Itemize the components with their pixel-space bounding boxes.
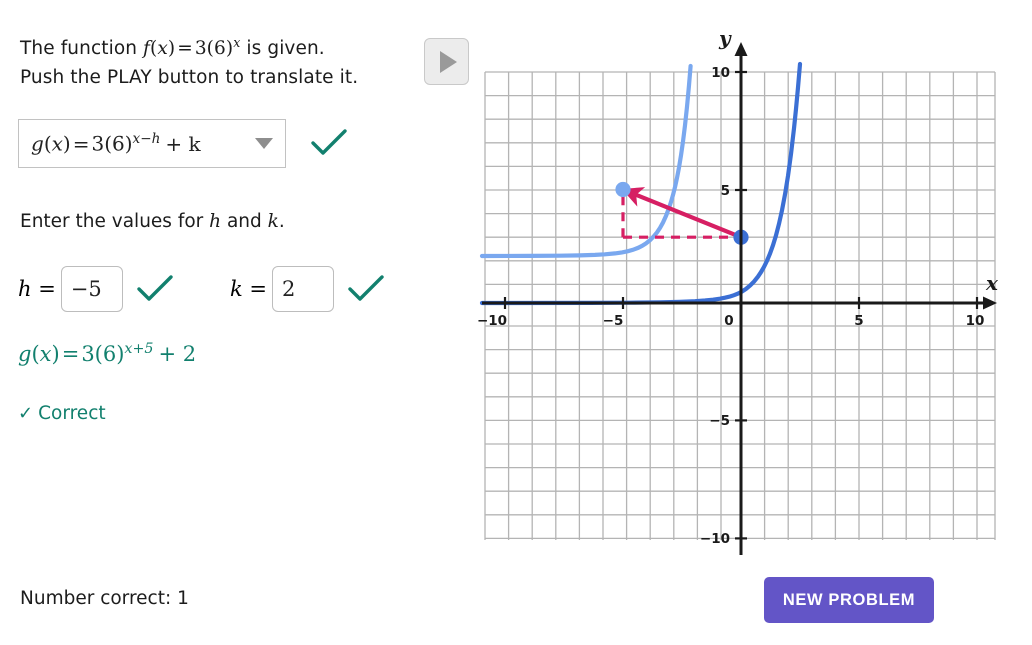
chevron-down-icon[interactable] (255, 138, 273, 149)
dropdown-tail: + k (165, 131, 201, 156)
problem-statement: The function f(x) = 3(6)x is given. Push t… (20, 28, 420, 92)
answer-paren-close: ) (51, 342, 60, 366)
x-axis-label: x (985, 271, 999, 295)
coefficient-base: 3(6) (194, 38, 234, 60)
verdict-text: Correct (38, 403, 106, 424)
enter-values-instruction: Enter the values for h and k. (20, 211, 285, 232)
verdict-tick-icon: ✓ (18, 403, 34, 424)
equals-sign: = (177, 38, 193, 60)
dropdown-exp: x−h (132, 131, 161, 148)
dropdown-check-icon (310, 128, 348, 158)
instruction-pre: Enter the values for (20, 211, 210, 232)
dropdown-fn: g (31, 131, 44, 156)
dropdown-paren-open: ( (43, 131, 52, 156)
x-tick--10: −10 (477, 313, 507, 329)
problem-text-pre: The function (20, 38, 144, 60)
resulting-equation: g(x)=3(6)x+5 + 2 (18, 341, 196, 366)
dropdown-selected-formula: g(x) = 3(6)x−h + k (31, 131, 201, 156)
k-check-icon (347, 274, 385, 304)
problem-statement-line-2: Push the PLAY button to translate it. (20, 67, 359, 89)
variable-inputs-row: h = k = (18, 266, 438, 318)
app-root: The function f(x) = 3(6)x is given. Push t… (0, 0, 1032, 645)
y-axis-arrow (734, 42, 748, 56)
h-label: h = (18, 277, 56, 301)
k-input[interactable] (272, 266, 334, 312)
h-input[interactable] (60, 266, 123, 312)
answer-fn: g (18, 342, 32, 366)
x-tick-0: 0 (724, 313, 733, 329)
function-name-f: f (143, 38, 150, 60)
dropdown-coef: 3(6) (91, 131, 133, 156)
dropdown-eq: = (72, 131, 90, 156)
score-counter: Number correct: 1 (20, 588, 189, 609)
answer-paren-open: ( (31, 342, 40, 366)
instruction-h: h (209, 211, 222, 232)
x-tick-10: 10 (966, 313, 985, 329)
curve-translated (479, 63, 693, 259)
answer-exp: x+5 (124, 341, 154, 357)
answer-tail: + 2 (158, 342, 197, 366)
y-tick-5: 5 (721, 183, 730, 199)
y-tick--10: −10 (700, 531, 730, 547)
graph-svg: y x −10 −5 0 5 10 10 5 −5 −10 (477, 26, 999, 555)
x-tick--5: −5 (603, 313, 624, 329)
answer-var: x (39, 342, 52, 366)
y-axis-label: y (718, 26, 732, 50)
instruction-k: k (267, 211, 279, 232)
y-tick-10: 10 (711, 65, 730, 81)
instruction-post: . (278, 211, 285, 232)
problem-text-post: is given. (240, 38, 325, 60)
answer-eq: = (61, 342, 80, 366)
coordinate-graph[interactable]: y x −10 −5 0 5 10 10 5 −5 −10 (470, 20, 1015, 565)
k-input-group: k = (230, 266, 385, 312)
y-tick-labels: 10 5 −5 −10 (700, 65, 730, 547)
curve-original (479, 61, 803, 306)
h-input-group: h = (18, 266, 174, 312)
h-check-icon (136, 274, 174, 304)
k-label: k = (230, 277, 267, 301)
function-form-dropdown[interactable]: g(x) = 3(6)x−h + k (18, 119, 286, 168)
verdict-message: ✓ Correct (18, 403, 106, 424)
dropdown-var: x (51, 131, 63, 156)
dropdown-paren-close: ) (62, 131, 71, 156)
answer-coef: 3(6) (81, 342, 125, 366)
play-triangle-icon (440, 50, 457, 73)
problem-statement-line-1: The function f(x) = 3(6)x is given. (20, 28, 420, 63)
image-point[interactable] (615, 181, 631, 198)
instruction-mid: and (221, 211, 268, 232)
new-problem-button[interactable]: NEW PROBLEM (764, 577, 934, 623)
y-tick--5: −5 (709, 413, 730, 429)
x-tick-5: 5 (854, 313, 863, 329)
variable-x: x (157, 38, 168, 60)
play-button[interactable] (424, 38, 469, 85)
